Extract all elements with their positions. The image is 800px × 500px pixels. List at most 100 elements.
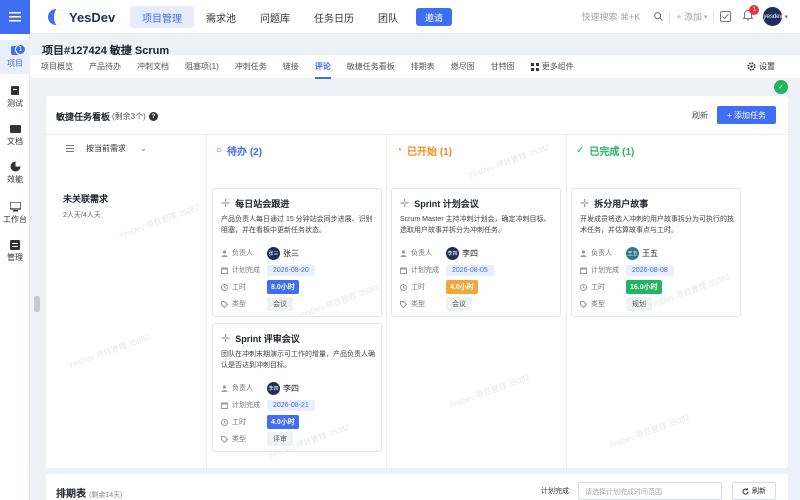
due-date[interactable]: 2026-08-05 bbox=[446, 264, 494, 276]
card-description: 团队在冲刺末期演示可工作的增量，产品负责人确认是否达到冲刺目标。 bbox=[221, 351, 375, 369]
task-card[interactable]: ✛ 拆分用户故事 开发成员将选入冲刺的用户故事拆分为可执行的技术任务，并估算故事点… bbox=[571, 188, 741, 317]
card-due-row: 计划完成 2026-08-08 bbox=[580, 263, 674, 277]
type-tag[interactable]: 会议 bbox=[267, 297, 293, 311]
brand-name: YesDev bbox=[69, 9, 116, 25]
tab-blockers[interactable]: 阻塞项(1) bbox=[185, 55, 219, 79]
user-avatar[interactable]: yesdev bbox=[763, 7, 783, 26]
column-title: 已完成 (1) bbox=[589, 147, 635, 158]
tab-more-components[interactable]: 更多组件 bbox=[530, 55, 574, 79]
logo[interactable]: YesDev bbox=[48, 9, 115, 25]
column-done: ✓ 已完成 (1) bbox=[576, 143, 634, 158]
nav-requirement-pool[interactable]: 需求池 bbox=[194, 6, 248, 28]
nav-project-management[interactable]: 项目管理 bbox=[130, 6, 194, 28]
owner-name: 李四 bbox=[462, 248, 478, 258]
grid-icon bbox=[530, 63, 539, 71]
hours-badge[interactable]: 4.0小时 bbox=[267, 415, 299, 429]
menu-icon bbox=[9, 12, 21, 22]
group-by-select[interactable]: 按当前需求 ⌄ bbox=[66, 143, 147, 154]
nav-team[interactable]: 团队 bbox=[366, 6, 410, 28]
menu-toggle[interactable] bbox=[0, 0, 30, 34]
drag-plus-icon[interactable]: ✛ bbox=[400, 197, 409, 210]
user-icon bbox=[400, 249, 407, 257]
settings-label: 设置 bbox=[759, 62, 775, 71]
schedule-panel: 排期表 (剩余14天) 计划完成: 请选择计划完成时间范围 刷新 bbox=[46, 474, 788, 500]
settings-button[interactable]: 设置 bbox=[747, 61, 775, 72]
sidebar-item-desk[interactable]: 工作台 bbox=[0, 196, 30, 230]
task-card[interactable]: ✛ Sprint 评审会议 团队在冲刺末期演示可工作的增量，产品负责人确认是否达到… bbox=[212, 323, 382, 452]
owner-avatar: 王五 bbox=[626, 246, 639, 260]
sidebar-label: 工作台 bbox=[3, 214, 27, 224]
tab-comments[interactable]: 评论 bbox=[314, 55, 331, 79]
agile-board-panel: 敏捷任务看板 (剩余3个) ? 刷新 + 添加任务 按当前需求 ⌄ ○ 待办 (… bbox=[46, 96, 788, 468]
sidebar-label: 文档 bbox=[7, 136, 23, 146]
owner-name: 李四 bbox=[283, 383, 299, 393]
group-by-value: 按当前需求 bbox=[86, 144, 126, 153]
tag-icon bbox=[580, 300, 587, 308]
column-title: 已开始 (1) bbox=[407, 147, 453, 158]
column-todo: ○ 待办 (2) bbox=[216, 143, 262, 158]
add-task-button[interactable]: + 添加任务 bbox=[717, 106, 776, 124]
task-card[interactable]: ✛ 每日站会跟进 产品负责人每日通过 15 分钟站会同步进展、识别阻塞，并在看板中… bbox=[212, 188, 382, 317]
due-date[interactable]: 2026-08-08 bbox=[626, 264, 674, 276]
tab-sprint-tasks[interactable]: 冲刺任务 bbox=[235, 55, 267, 79]
schedule-title: 排期表 (剩余14天) bbox=[56, 489, 123, 500]
add-menu[interactable]: + 添加 bbox=[676, 10, 702, 23]
drag-plus-icon[interactable]: ✛ bbox=[580, 197, 589, 210]
card-hours-row: 工时 8.0小时 bbox=[221, 280, 299, 294]
logo-icon bbox=[48, 9, 64, 25]
due-date[interactable]: 2026-08-20 bbox=[267, 264, 315, 276]
board-title: 敏捷任务看板 bbox=[56, 112, 111, 122]
sidebar-item-test[interactable]: 测试 bbox=[0, 80, 30, 114]
due-date[interactable]: 2026-08-21 bbox=[267, 399, 315, 411]
sidebar-item-manage[interactable]: 管理 bbox=[0, 234, 30, 268]
hours-badge[interactable]: 16.0小时 bbox=[626, 280, 662, 294]
nav-task-calendar[interactable]: 任务日历 bbox=[302, 6, 366, 28]
owner-name: 张三 bbox=[283, 248, 299, 258]
type-tag[interactable]: 评审 bbox=[267, 432, 293, 446]
nav-issue-library[interactable]: 问题库 bbox=[248, 6, 302, 28]
tab-agile-board[interactable]: 敏捷任务看板 bbox=[347, 55, 395, 79]
calendar-icon bbox=[400, 267, 407, 274]
sidebar-resize-handle[interactable] bbox=[34, 296, 40, 312]
card-description: 开发成员将选入冲刺的用户故事拆分为可执行的技术任务，并估算故事点与工时。 bbox=[580, 216, 734, 234]
hours-badge[interactable]: 8.0小时 bbox=[267, 280, 299, 294]
card-owner-row: 负责人 李四 李四 bbox=[221, 381, 299, 395]
notification-bell[interactable]: 1 bbox=[742, 5, 760, 23]
gear-icon bbox=[747, 62, 756, 71]
tab-overview[interactable]: 项目概览 bbox=[41, 55, 73, 79]
invite-button[interactable]: 邀请 bbox=[416, 8, 453, 26]
card-description: 产品负责人每日通过 15 分钟站会同步进展、识别阻塞，并在看板中更新任务状态。 bbox=[221, 216, 373, 234]
owner-avatar: 李四 bbox=[446, 246, 459, 260]
sidebar-label: 项目 bbox=[7, 59, 23, 68]
type-tag[interactable]: 会议 bbox=[446, 297, 472, 311]
board-header: 敏捷任务看板 (剩余3个) ? bbox=[56, 110, 158, 123]
refresh-link[interactable]: 刷新 bbox=[692, 110, 708, 121]
checklist-icon[interactable] bbox=[720, 11, 732, 22]
tab-gantt[interactable]: 甘特图 bbox=[491, 55, 515, 79]
assistant-icon[interactable]: ✓ bbox=[774, 80, 788, 94]
drag-plus-icon[interactable]: ✛ bbox=[221, 197, 230, 210]
drag-plus-icon[interactable]: ✛ bbox=[221, 332, 230, 345]
watermark: YesDev 项目管理 35082 bbox=[447, 372, 531, 411]
task-card[interactable]: ✛ Sprint 计划会议 Scrum Master 主持冲刺计划会，确定冲刺目标… bbox=[391, 188, 561, 317]
tab-links[interactable]: 链接 bbox=[283, 55, 299, 79]
schedule-refresh-button[interactable]: 刷新 bbox=[732, 482, 776, 500]
sidebar-item-efficiency[interactable]: 效能 bbox=[0, 156, 30, 190]
chevron-down-icon: ▾ bbox=[784, 13, 788, 21]
tab-schedule[interactable]: 排期表 bbox=[411, 55, 435, 79]
watermark: YesDev 项目管理 35082 bbox=[117, 202, 201, 241]
date-range-input[interactable]: 请选择计划完成时间范围 bbox=[578, 482, 722, 500]
tab-sprint-docs[interactable]: 冲刺文档 bbox=[137, 55, 169, 79]
search-icon[interactable] bbox=[654, 12, 664, 21]
hours-badge[interactable]: 4.0小时 bbox=[446, 280, 478, 294]
sidebar-item-project[interactable]: 1 项目 bbox=[0, 40, 30, 74]
help-icon[interactable]: ? bbox=[148, 112, 158, 121]
tab-burndown[interactable]: 燃尽图 bbox=[451, 55, 475, 79]
doc-icon bbox=[9, 124, 21, 133]
tab-backlog[interactable]: 产品待办 bbox=[89, 55, 121, 79]
type-tag[interactable]: 规划 bbox=[626, 297, 652, 311]
chevron-down-icon: ⌄ bbox=[140, 144, 147, 153]
manage-icon bbox=[10, 239, 20, 250]
quick-search[interactable]: 快速搜索 ⌘+K bbox=[581, 10, 640, 23]
sidebar-item-doc[interactable]: 文档 bbox=[0, 118, 30, 152]
